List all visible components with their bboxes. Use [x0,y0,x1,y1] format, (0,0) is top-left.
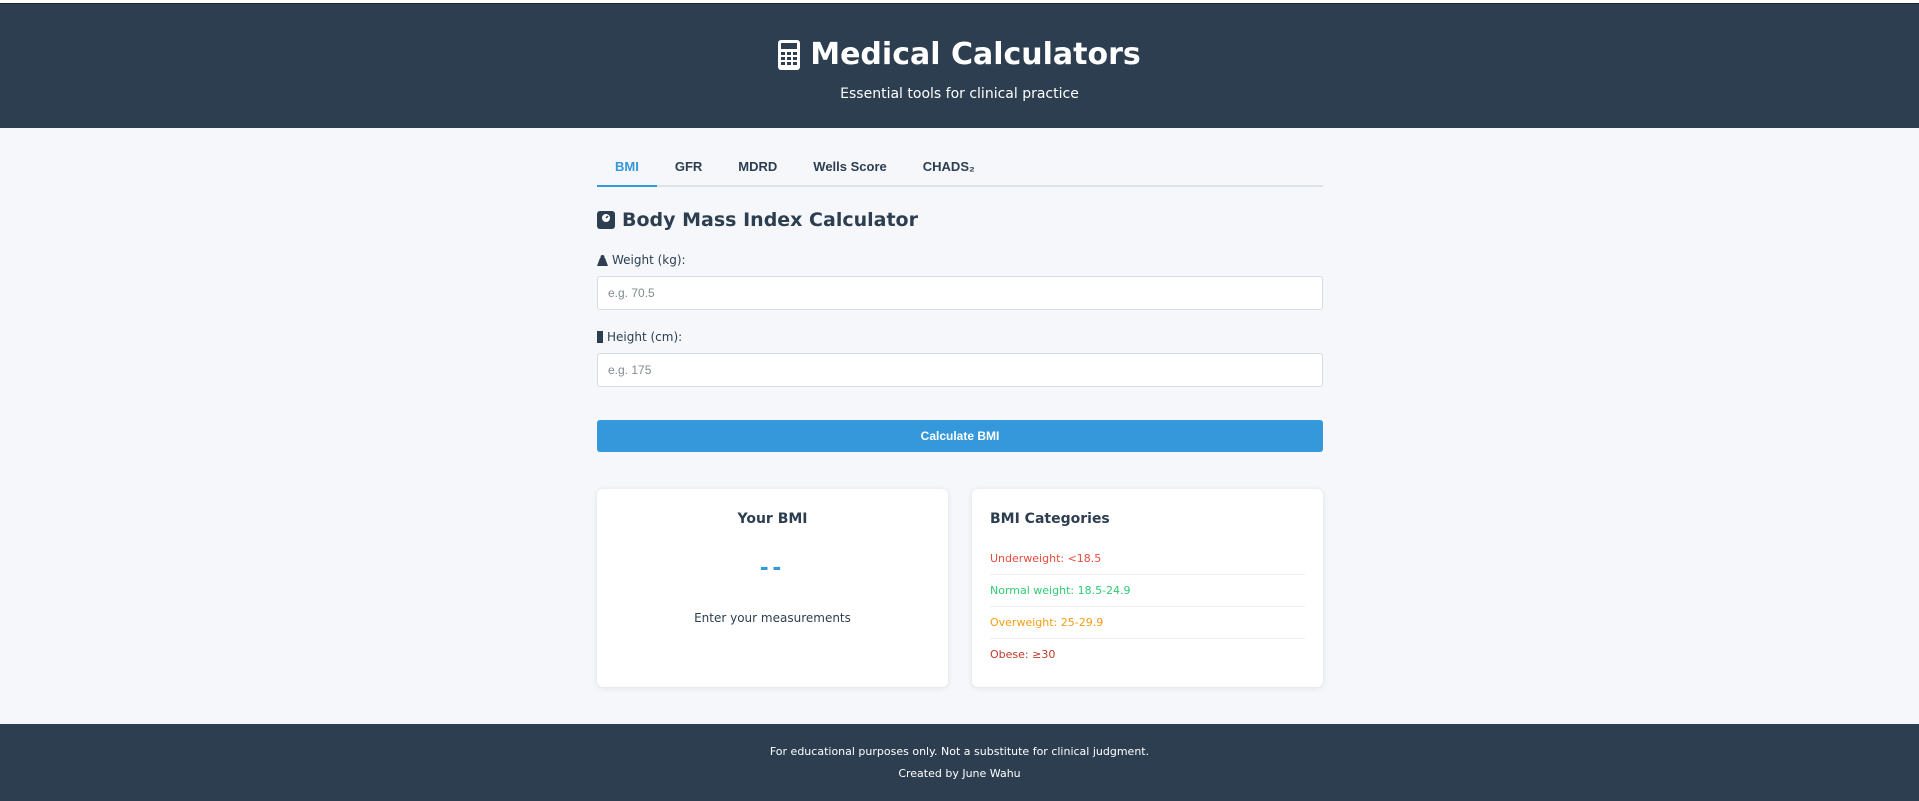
bmi-value: -- [759,551,786,581]
category-overweight: Overweight: 25-29.9 [990,607,1305,639]
main-container: BMI GFR MDRD Wells Score CHADS₂ Body Mas… [597,151,1323,687]
page-footer: For educational purposes only. Not a sub… [0,724,1919,801]
category-underweight: Underweight: <18.5 [990,543,1305,575]
ruler-icon [597,331,603,343]
weight-input[interactable] [597,276,1323,310]
result-message: Enter your measurements [694,611,851,625]
height-label: Height (cm): [607,330,683,344]
category-normal: Normal weight: 18.5-24.9 [990,575,1305,607]
weight-label-row: Weight (kg): [597,253,1323,267]
footer-disclaimer: For educational purposes only. Not a sub… [769,745,1150,758]
weight-icon [597,254,608,266]
tab-bmi[interactable]: BMI [597,151,657,187]
calculator-icon [778,39,801,70]
results-area: Your BMI -- Enter your measurements BMI … [597,489,1323,687]
calculator-heading: Body Mass Index Calculator [597,209,1323,231]
calculator-title: Body Mass Index Calculator [622,209,918,231]
height-label-row: Height (cm): [597,330,1323,344]
calculator-tabs: BMI GFR MDRD Wells Score CHADS₂ [597,151,1323,187]
tab-gfr[interactable]: GFR [657,151,720,185]
categories-title: BMI Categories [990,511,1110,527]
category-obese: Obese: ≥30 [990,648,1056,661]
footer-credit: Created by June Wahu [898,767,1021,780]
calculate-bmi-button[interactable]: Calculate BMI [597,420,1323,452]
height-input[interactable] [597,353,1323,387]
tab-wells-score[interactable]: Wells Score [795,151,904,185]
page-subtitle: Essential tools for clinical practice [840,86,1079,102]
tab-chads2[interactable]: CHADS₂ [905,151,993,185]
weight-scale-icon [597,211,615,229]
categories-card: BMI Categories Underweight: <18.5 Normal… [972,489,1323,687]
weight-label: Weight (kg): [612,253,686,267]
categories-list: Underweight: <18.5 Normal weight: 18.5-2… [990,543,1305,670]
header-title-row: Medical Calculators [0,37,1919,72]
tab-mdrd[interactable]: MDRD [720,151,795,185]
result-card: Your BMI -- Enter your measurements [597,489,948,687]
page-title: Medical Calculators [810,37,1141,72]
result-title: Your BMI [737,511,808,527]
page-header: Medical Calculators Essential tools for … [0,3,1919,128]
